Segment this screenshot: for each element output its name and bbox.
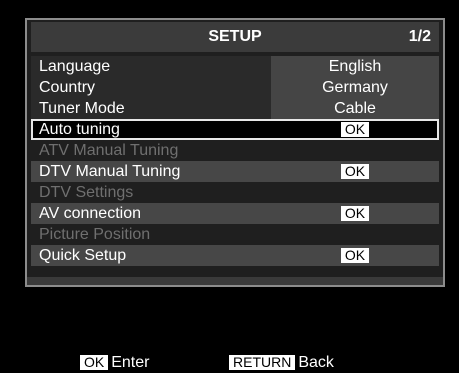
menu-item-label: Auto tuning <box>39 121 120 138</box>
tuner-mode-value[interactable]: Cable <box>271 98 439 119</box>
menu-item-atv-manual-tuning: ATV Manual Tuning <box>31 140 439 161</box>
menu-item-quick-setup[interactable]: Quick Setup OK <box>31 245 439 266</box>
menu-item-label: Language <box>39 58 111 75</box>
ok-button[interactable]: OK <box>340 248 370 264</box>
menu-item-label: ATV Manual Tuning <box>39 142 179 159</box>
menu-header: SETUP 1/2 <box>31 22 439 52</box>
return-key-badge: RETURN <box>229 355 296 371</box>
dtv-manual-tuning-action: OK <box>271 161 439 182</box>
menu-item-country[interactable]: Country Germany <box>31 77 439 98</box>
ok-key-badge: OK <box>80 355 109 371</box>
menu-title: SETUP <box>208 28 262 45</box>
ok-button[interactable]: OK <box>340 164 370 180</box>
setup-menu-panel: SETUP 1/2 Language English Country Germa… <box>25 18 445 287</box>
menu-item-picture-position: Picture Position <box>31 224 439 245</box>
menu-item-label: DTV Settings <box>39 184 134 201</box>
page-indicator: 1/2 <box>408 28 431 45</box>
ok-button[interactable]: OK <box>340 122 370 138</box>
quick-setup-action: OK <box>271 245 439 266</box>
menu-item-label: Country <box>39 79 96 96</box>
ok-button[interactable]: OK <box>340 206 370 222</box>
menu-item-dtv-manual-tuning[interactable]: DTV Manual Tuning OK <box>31 161 439 182</box>
menu-item-language[interactable]: Language English <box>31 56 439 77</box>
menu-bottom-bar <box>27 277 443 285</box>
menu-item-av-connection[interactable]: AV connection OK <box>31 203 439 224</box>
menu-item-label: Tuner Mode <box>39 100 125 117</box>
menu-item-label: Quick Setup <box>39 247 127 264</box>
auto-tuning-action: OK <box>271 119 439 140</box>
country-value[interactable]: Germany <box>271 77 439 98</box>
menu-item-label: Picture Position <box>39 226 151 243</box>
menu-item-dtv-settings: DTV Settings <box>31 182 439 203</box>
back-label: Back <box>298 354 334 371</box>
av-connection-action: OK <box>271 203 439 224</box>
footer-back-hint: RETURN Back <box>229 354 334 372</box>
menu-list: Language English Country Germany Tuner M… <box>31 56 439 266</box>
enter-label: Enter <box>111 354 150 371</box>
footer-enter-hint: OK Enter <box>80 354 149 372</box>
language-value[interactable]: English <box>271 56 439 77</box>
menu-item-auto-tuning[interactable]: Auto tuning OK <box>31 119 439 140</box>
menu-item-label: DTV Manual Tuning <box>39 163 181 180</box>
menu-item-tuner-mode[interactable]: Tuner Mode Cable <box>31 98 439 119</box>
menu-item-label: AV connection <box>39 205 141 222</box>
